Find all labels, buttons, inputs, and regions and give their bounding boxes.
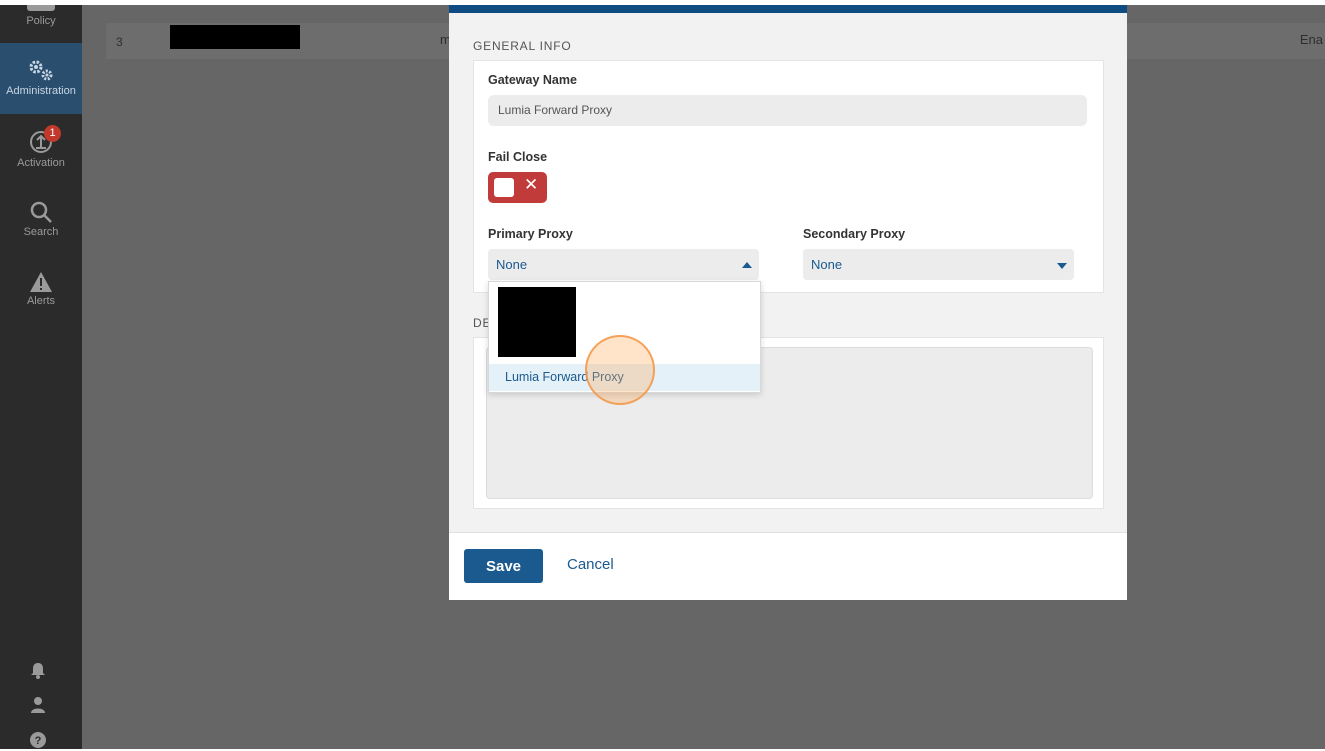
sidebar-item-administration[interactable]: Administration [0,43,82,114]
sidebar-item-label: Administration [6,85,76,97]
bell-icon[interactable] [29,661,47,679]
gateway-name-label: Gateway Name [488,73,577,87]
modal-header-bar [449,5,1127,13]
fail-close-label: Fail Close [488,150,548,164]
help-icon[interactable]: ? [29,731,47,749]
redacted-block [170,25,300,49]
fail-close-toggle[interactable]: ✕ [488,172,547,203]
sidebar-item-label: Alerts [26,295,56,307]
sidebar-item-search[interactable]: Search [0,200,82,250]
primary-proxy-select[interactable]: None [488,249,759,280]
warning-icon [30,272,52,292]
search-icon [30,201,52,223]
cancel-button[interactable]: Cancel [567,556,614,573]
redacted-option[interactable] [498,287,576,357]
sidebar-item-policy[interactable]: Policy [0,5,82,43]
sidebar-item-label: Activation [17,157,65,169]
sidebar: Policy Administration 1 Activation Searc… [0,5,82,749]
user-icon[interactable] [29,696,47,714]
save-button[interactable]: Save [464,549,543,583]
click-indicator [585,335,655,405]
svg-text:?: ? [35,735,42,747]
secondary-proxy-label: Secondary Proxy [803,227,906,241]
gears-icon [29,60,53,81]
notification-badge: 1 [44,125,61,142]
row-status-fragment: Ena [1299,32,1323,47]
policy-icon [27,5,55,11]
primary-proxy-label: Primary Proxy [488,227,573,241]
section-title-general-info: GENERAL INFO [473,39,572,53]
sidebar-item-activation[interactable]: 1 Activation [0,125,82,175]
row-index: 3 [116,35,123,49]
chevron-up-icon [742,262,752,268]
chevron-down-icon [1057,263,1067,269]
close-icon: ✕ [524,175,539,194]
sidebar-item-label: Policy [26,15,56,27]
secondary-proxy-select[interactable]: None [803,249,1074,280]
secondary-proxy-value: None [811,257,843,272]
gateway-modal: GENERAL INFO Gateway Name Lumia Forward … [449,5,1127,600]
sidebar-item-label: Search [23,226,59,238]
modal-footer: Save Cancel [449,532,1127,600]
gateway-name-input[interactable]: Lumia Forward Proxy [488,95,1087,126]
primary-proxy-value: None [496,257,528,272]
sidebar-item-alerts[interactable]: Alerts [0,271,82,321]
toggle-knob [494,178,514,197]
